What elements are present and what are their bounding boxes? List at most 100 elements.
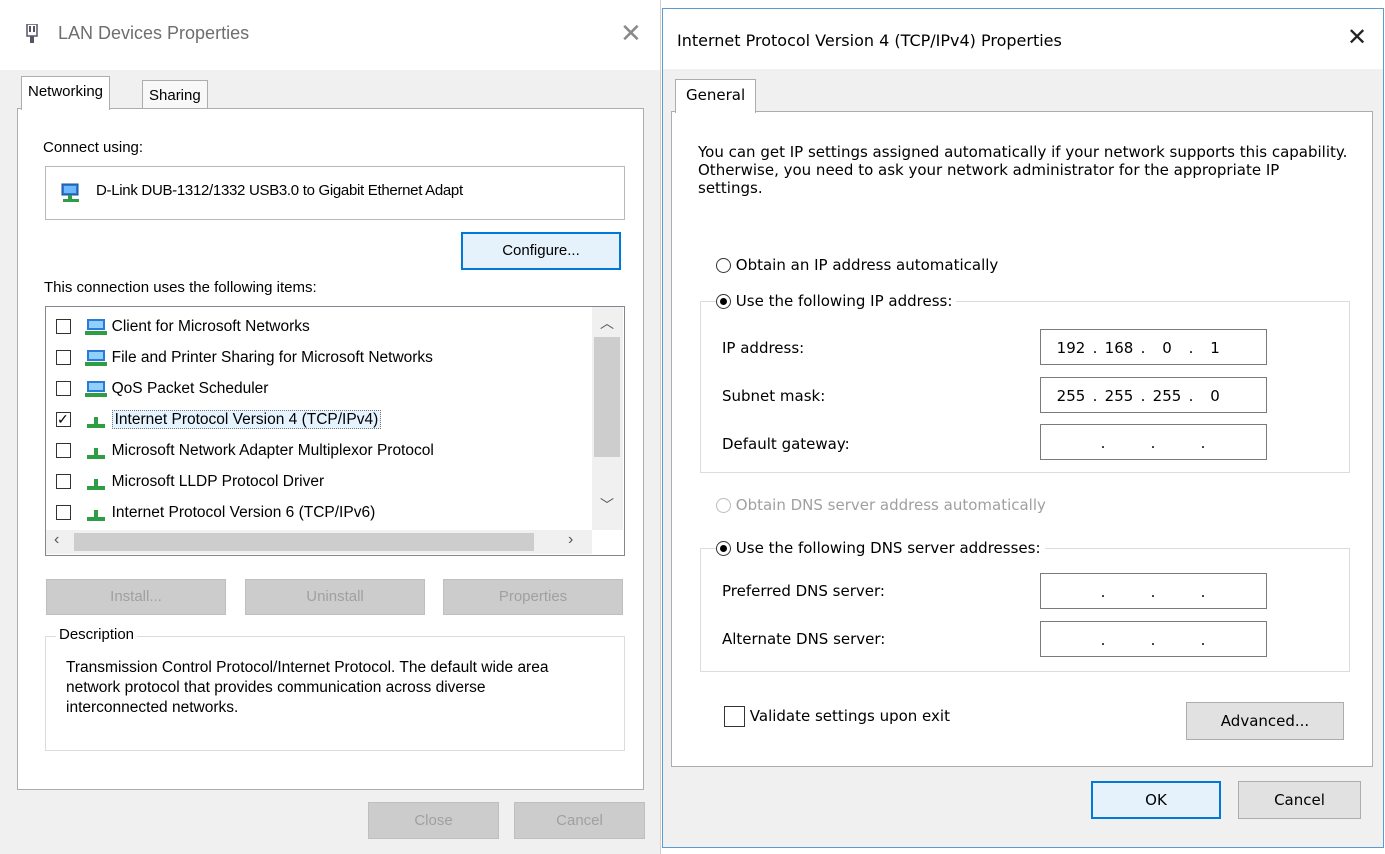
ip-dot: .	[1200, 631, 1206, 649]
ip-octet: 0	[1210, 387, 1220, 405]
ip-octet: 255	[1104, 387, 1134, 405]
tab-sharing[interactable]: Sharing	[142, 80, 208, 111]
chevron-up-icon[interactable]: ︿	[600, 313, 614, 333]
item-label: Internet Protocol Version 6 (TCP/IPv6)	[111, 504, 376, 521]
install-button[interactable]: Install...	[46, 579, 226, 615]
radio-use-dns[interactable]	[716, 541, 731, 556]
ip-dot: .	[1140, 387, 1146, 405]
chevron-left-icon[interactable]: ‹	[54, 531, 59, 549]
list-item-lldp[interactable]: Microsoft LLDP Protocol Driver	[56, 466, 586, 497]
ip-dot: .	[1150, 583, 1156, 601]
use-following-ip-option[interactable]: Use the following IP address:	[716, 292, 957, 310]
left-cancel-button[interactable]: Cancel	[514, 802, 645, 839]
radio-use-ip[interactable]	[716, 294, 731, 309]
list-item-multiplexor[interactable]: Microsoft Network Adapter Multiplexor Pr…	[56, 435, 586, 466]
network-adapter-icon	[26, 24, 38, 43]
ip-dot: .	[1150, 631, 1156, 649]
left-titlebar: LAN Devices Properties ✕	[0, 0, 660, 70]
radio-obtain-dns[interactable]	[716, 498, 731, 513]
list-item-client[interactable]: Client for Microsoft Networks	[56, 311, 586, 342]
network-service-icon	[85, 349, 108, 366]
item-checkbox[interactable]	[56, 474, 71, 490]
protocol-icon	[87, 509, 106, 521]
close-button[interactable]: Close	[368, 802, 499, 839]
use-following-dns-option[interactable]: Use the following DNS server addresses:	[716, 539, 1045, 557]
tab-general[interactable]: General	[675, 79, 757, 113]
item-label: File and Printer Sharing for Microsoft N…	[111, 349, 433, 366]
ip-dot: .	[1100, 434, 1106, 452]
radio-obtain-ip[interactable]	[716, 258, 731, 273]
default-gateway-input[interactable]: . . .	[1040, 424, 1267, 460]
ip-dot: .	[1100, 631, 1106, 649]
ip-octet: 0	[1162, 339, 1172, 357]
obtain-ip-auto-option[interactable]: Obtain an IP address automatically	[716, 256, 998, 274]
close-icon[interactable]: ✕	[620, 18, 642, 49]
tab-networking[interactable]: Networking	[21, 76, 111, 110]
list-item-ipv4[interactable]: Internet Protocol Version 4 (TCP/IPv4)	[56, 404, 586, 435]
description-group: Description Transmission Control Protoco…	[45, 626, 625, 751]
item-label: Microsoft LLDP Protocol Driver	[111, 473, 325, 490]
item-checkbox-checked[interactable]	[56, 404, 71, 435]
obtain-dns-auto-option[interactable]: Obtain DNS server address automatically	[716, 496, 1046, 514]
alternate-dns-input[interactable]: . . .	[1040, 621, 1267, 657]
subnet-mask-input[interactable]: 255 . 255 . 255 . 0	[1040, 377, 1267, 413]
network-service-icon	[85, 380, 108, 397]
ip-dot: .	[1092, 339, 1098, 357]
item-checkbox[interactable]	[56, 505, 71, 521]
adapter-name: D-Link DUB-1312/1332 USB3.0 to Gigabit E…	[96, 182, 463, 199]
general-panel: You can get IP settings assigned automat…	[671, 111, 1373, 767]
uninstall-button[interactable]: Uninstall	[245, 579, 425, 615]
ip-octet: 192	[1056, 339, 1086, 357]
list-item-qos[interactable]: QoS Packet Scheduler	[56, 373, 586, 404]
scroll-thumb[interactable]	[594, 337, 620, 457]
left-window-title: LAN Devices Properties	[58, 23, 250, 43]
item-label-selected: Internet Protocol Version 4 (TCP/IPv4)	[111, 410, 382, 429]
advanced-button[interactable]: Advanced...	[1186, 702, 1344, 740]
preferred-dns-input[interactable]: . . .	[1040, 573, 1267, 609]
right-cancel-button[interactable]: Cancel	[1238, 781, 1361, 819]
obtain-dns-auto-label: Obtain DNS server address automatically	[735, 496, 1046, 514]
items-list: Client for Microsoft Networks File and P…	[56, 311, 586, 528]
ok-button[interactable]: OK	[1091, 781, 1221, 819]
items-listbox[interactable]: Client for Microsoft Networks File and P…	[45, 306, 625, 556]
chevron-down-icon[interactable]: ﹀	[600, 495, 614, 515]
ipv4-properties-dialog: Internet Protocol Version 4 (TCP/IPv4) P…	[662, 8, 1384, 848]
ip-dot: .	[1188, 387, 1194, 405]
ip-octet: 168	[1104, 339, 1134, 357]
description-text: Transmission Control Protocol/Internet P…	[66, 659, 549, 716]
adapter-field: D-Link DUB-1312/1332 USB3.0 to Gigabit E…	[45, 166, 625, 220]
validate-option[interactable]: Validate settings upon exit	[724, 706, 950, 727]
configure-button[interactable]: Configure...	[461, 232, 621, 270]
ip-address-input[interactable]: 192 . 168 . 0 . 1	[1040, 329, 1267, 365]
protocol-icon	[87, 478, 106, 490]
hscroll-thumb[interactable]	[74, 533, 534, 551]
validate-checkbox[interactable]	[724, 706, 745, 727]
list-item-ipv6[interactable]: Internet Protocol Version 6 (TCP/IPv6)	[56, 497, 586, 528]
close-icon[interactable]: ✕	[1347, 23, 1367, 52]
item-label: Microsoft Network Adapter Multiplexor Pr…	[111, 442, 434, 459]
properties-button[interactable]: Properties	[443, 579, 623, 615]
preferred-dns-label: Preferred DNS server:	[722, 582, 885, 600]
vertical-scrollbar[interactable]: ︿ ﹀	[592, 307, 623, 530]
item-label: QoS Packet Scheduler	[111, 380, 269, 397]
list-item-file-printer-sharing[interactable]: File and Printer Sharing for Microsoft N…	[56, 342, 586, 373]
ip-dot: .	[1092, 387, 1098, 405]
alternate-dns-label: Alternate DNS server:	[722, 630, 886, 648]
ip-octet: 1	[1210, 339, 1220, 357]
ip-dot: .	[1100, 583, 1106, 601]
ip-dot: .	[1200, 434, 1206, 452]
item-checkbox[interactable]	[56, 350, 71, 366]
subnet-mask-label: Subnet mask:	[722, 387, 826, 405]
item-checkbox[interactable]	[56, 381, 71, 397]
validate-label: Validate settings upon exit	[749, 707, 950, 725]
ip-dot: .	[1200, 583, 1206, 601]
intro-text: You can get IP settings assigned automat…	[698, 143, 1348, 197]
item-checkbox[interactable]	[56, 443, 71, 459]
ip-dot: .	[1150, 434, 1156, 452]
horizontal-scrollbar[interactable]: ‹ ›	[46, 530, 592, 554]
ip-dot: .	[1140, 339, 1146, 357]
item-checkbox[interactable]	[56, 319, 71, 335]
description-label: Description	[56, 626, 138, 643]
chevron-right-icon[interactable]: ›	[568, 531, 573, 549]
ip-octet: 255	[1056, 387, 1086, 405]
